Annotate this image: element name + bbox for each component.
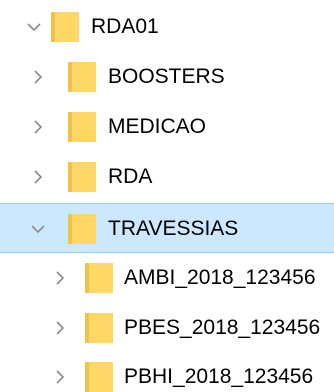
folder-icon <box>84 361 114 392</box>
tree-item-label: AMBI_2018_123456 <box>124 266 316 289</box>
tree-item-pbes-2018-123456[interactable]: PBES_2018_123456 <box>0 303 334 353</box>
tree-item-rda[interactable]: RDA <box>0 152 334 202</box>
tree-item-label: RDA <box>108 165 153 188</box>
tree-item-rda01[interactable]: RDA01 <box>0 2 334 52</box>
folder-icon <box>50 11 80 43</box>
tree-item-ambi-2018-123456[interactable]: AMBI_2018_123456 <box>0 253 334 303</box>
folder-icon <box>67 61 97 93</box>
folder-icon <box>67 111 97 143</box>
chevron-right-icon[interactable] <box>48 253 72 303</box>
chevron-down-icon[interactable] <box>26 204 50 254</box>
chevron-right-icon[interactable] <box>26 152 50 202</box>
chevron-right-icon[interactable] <box>26 52 50 102</box>
tree-item-travessias[interactable]: TRAVESSIAS <box>0 203 334 253</box>
tree-item-pbhi-2018-123456[interactable]: PBHI_2018_123456 <box>0 352 334 392</box>
chevron-right-icon[interactable] <box>48 352 72 392</box>
tree-item-medicao[interactable]: MEDICAO <box>0 102 334 152</box>
tree-item-label: MEDICAO <box>108 115 207 138</box>
tree-item-label: PBHI_2018_123456 <box>124 365 314 388</box>
tree-item-label: RDA01 <box>91 15 159 38</box>
folder-icon <box>84 312 114 344</box>
chevron-down-icon[interactable] <box>22 2 46 52</box>
tree-item-label: BOOSTERS <box>108 65 225 88</box>
chevron-right-icon[interactable] <box>48 303 72 353</box>
tree-item-boosters[interactable]: BOOSTERS <box>0 52 334 102</box>
folder-icon <box>67 161 97 193</box>
folder-icon <box>84 262 114 294</box>
chevron-right-icon[interactable] <box>26 102 50 152</box>
folder-tree: RDA01 BOOSTERS MEDICAO RDA TRAVESSIAS AM… <box>0 0 334 392</box>
tree-item-label: TRAVESSIAS <box>108 217 239 240</box>
folder-icon <box>67 213 97 245</box>
tree-item-label: PBES_2018_123456 <box>124 316 321 339</box>
